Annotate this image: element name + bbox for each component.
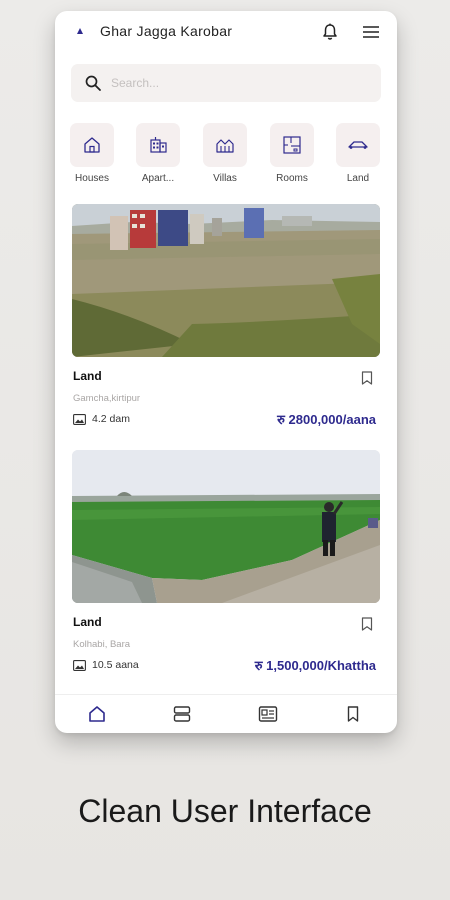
floorplan-icon: [283, 136, 301, 154]
category-label: Houses: [75, 173, 109, 184]
listing-title[interactable]: Land: [73, 369, 102, 383]
category-row: Houses Apart... Villas Rooms Land: [55, 123, 397, 189]
apartment-icon: [150, 137, 167, 153]
listing-price: रु 2800,000/aana: [277, 412, 376, 427]
search-input[interactable]: [111, 73, 361, 93]
app-logo-icon: [77, 28, 83, 34]
category-label: Land: [346, 173, 370, 184]
listing-area: 10.5 aana: [92, 659, 139, 671]
bookmark-icon[interactable]: [359, 616, 375, 632]
category-houses[interactable]: Houses: [64, 123, 120, 184]
bookmark-icon[interactable]: [342, 704, 364, 724]
image-icon: [73, 414, 86, 425]
category-label: Rooms: [276, 173, 308, 184]
tagline: Clean User Interface: [78, 793, 372, 829]
listing-card[interactable]: Land Gamcha,kirtipur 4.2 dam रु 2800,000…: [72, 204, 380, 427]
category-land[interactable]: Land: [330, 123, 386, 184]
category-rooms[interactable]: Rooms: [264, 123, 320, 184]
listing-location: Kolhabi, Bara: [73, 639, 131, 650]
listing-location: Gamcha,kirtipur: [73, 393, 141, 404]
listing-photo[interactable]: [72, 450, 380, 603]
image-icon: [73, 660, 86, 671]
search-bar[interactable]: [71, 64, 381, 102]
category-tile: [203, 123, 247, 167]
stack-icon[interactable]: [171, 704, 193, 724]
category-label: Apart...: [141, 173, 175, 184]
home-icon[interactable]: [86, 704, 108, 724]
listing-photo[interactable]: [72, 204, 380, 357]
listing-card[interactable]: Land Kolhabi, Bara 10.5 aana रु 1,500,00…: [72, 450, 380, 673]
villa-icon: [216, 139, 234, 153]
app-title: Ghar Jagga Karobar: [100, 23, 233, 39]
phone-frame: Ghar Jagga Karobar Houses: [55, 11, 397, 733]
listing-area: 4.2 dam: [92, 413, 130, 425]
search-icon: [85, 75, 101, 91]
category-tile: [336, 123, 380, 167]
category-tile: [136, 123, 180, 167]
land-icon: [348, 141, 368, 149]
bell-icon[interactable]: [320, 22, 340, 42]
house-icon: [84, 137, 100, 153]
bottom-navigation: [55, 695, 397, 733]
category-label: Villas: [213, 173, 237, 184]
id-card-icon[interactable]: [257, 704, 279, 724]
listing-title[interactable]: Land: [73, 615, 102, 629]
app-header: Ghar Jagga Karobar: [55, 11, 397, 53]
category-tile: [70, 123, 114, 167]
category-apartments[interactable]: Apart...: [130, 123, 186, 184]
hamburger-menu-icon[interactable]: [361, 22, 381, 42]
listing-price: रु 1,500,000/Khattha: [254, 658, 376, 673]
category-villas[interactable]: Villas: [197, 123, 253, 184]
category-tile: [270, 123, 314, 167]
bookmark-icon[interactable]: [359, 370, 375, 386]
